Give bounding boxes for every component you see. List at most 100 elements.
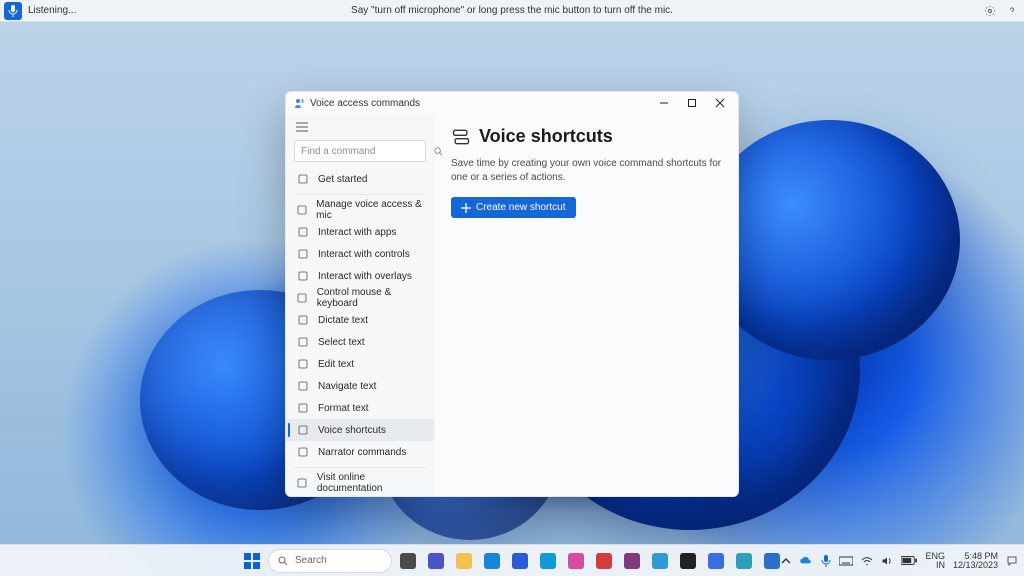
sidebar-item-get-started[interactable]: Get started	[286, 168, 434, 190]
chevron-up-icon[interactable]	[781, 556, 791, 566]
panel-heading-text: Voice shortcuts	[479, 126, 613, 147]
maximize-button[interactable]	[678, 92, 706, 114]
sidebar-item-format-text[interactable]: Format text	[286, 397, 434, 419]
taskbar-app-outlook[interactable]	[480, 549, 504, 573]
search-input[interactable]	[301, 146, 433, 157]
panel-description: Save time by creating your own voice com…	[451, 157, 722, 185]
nav-item-label: Voice shortcuts	[318, 425, 386, 436]
taskbar-app-paint[interactable]	[648, 549, 672, 573]
settings-icon[interactable]	[984, 5, 996, 17]
taskbar-app-word[interactable]	[508, 549, 532, 573]
taskbar-app-chat[interactable]	[424, 549, 448, 573]
nav-item-icon	[296, 204, 308, 216]
nav-item-label: Navigate text	[318, 381, 376, 392]
taskbar-app-store[interactable]	[536, 549, 560, 573]
nav-item-label: Dictate text	[318, 315, 368, 326]
nav-separator	[294, 467, 426, 468]
taskbar-app-snipping[interactable]	[592, 549, 616, 573]
taskbar-app-terminal[interactable]	[676, 549, 700, 573]
sidebar-item-edit-text[interactable]: Edit text	[286, 353, 434, 375]
window-title: Voice access commands	[310, 98, 420, 109]
button-label: Create new shortcut	[476, 202, 566, 213]
taskbar-tray[interactable]: ENG IN 5:48 PM 12/13/2023	[781, 552, 1018, 570]
sidebar-item-voice-shortcuts[interactable]: Voice shortcuts	[286, 419, 434, 441]
nav-item-icon	[296, 446, 310, 458]
nav-item-label: Control mouse & keyboard	[317, 287, 424, 309]
nav-item-icon	[296, 248, 310, 260]
sidebar-item-interact-with-apps[interactable]: Interact with apps	[286, 221, 434, 243]
command-search[interactable]	[294, 140, 426, 162]
nav-item-label: Edit text	[318, 359, 354, 370]
minimize-button[interactable]	[650, 92, 678, 114]
nav-item-label: Manage voice access & mic	[316, 199, 424, 221]
nav-item-icon	[296, 477, 309, 489]
mic-tray-icon[interactable]	[821, 555, 831, 567]
nav-item-label: Interact with apps	[318, 227, 396, 238]
sidebar-item-navigate-text[interactable]: Navigate text	[286, 375, 434, 397]
wifi-icon[interactable]	[861, 556, 873, 566]
sidebar-item-manage-voice-access-mic[interactable]: Manage voice access & mic	[286, 199, 434, 221]
nav-item-icon	[296, 380, 310, 392]
taskbar-app-onenote[interactable]	[620, 549, 644, 573]
sidebar-item-interact-with-overlays[interactable]: Interact with overlays	[286, 265, 434, 287]
app-icon	[294, 97, 306, 109]
voice-status: Listening...	[28, 5, 76, 16]
nav-item-label: Visit online documentation	[317, 472, 424, 492]
nav-separator	[294, 194, 426, 195]
sidebar-item-control-mouse-keyboard[interactable]: Control mouse & keyboard	[286, 287, 434, 309]
nav-item-icon	[296, 270, 310, 282]
input-language[interactable]: ENG IN	[925, 552, 945, 570]
shortcuts-icon	[451, 127, 471, 147]
close-button[interactable]	[706, 92, 734, 114]
titlebar[interactable]: Voice access commands	[286, 92, 738, 114]
sidebar-item-dictate-text[interactable]: Dictate text	[286, 309, 434, 331]
start-button[interactable]	[240, 549, 264, 573]
taskbar-app-todo[interactable]	[704, 549, 728, 573]
battery-icon[interactable]	[901, 556, 917, 565]
nav-item-icon	[296, 402, 310, 414]
voice-hint: Say "turn off microphone" or long press …	[351, 5, 673, 16]
nav-item-icon	[296, 314, 310, 326]
nav-item-icon	[296, 173, 310, 185]
nav-item-icon	[296, 226, 310, 238]
voice-access-bar: Listening... Say "turn off microphone" o…	[0, 0, 1024, 22]
panel-heading: Voice shortcuts	[451, 126, 722, 147]
onedrive-icon[interactable]	[799, 556, 813, 566]
taskbar-app-task-view[interactable]	[396, 549, 420, 573]
sidebar: Get started Manage voice access & mic Inte…	[286, 114, 435, 496]
notifications-icon[interactable]	[1006, 555, 1018, 567]
taskbar-center: Search	[240, 549, 784, 573]
nav-item-icon	[296, 424, 310, 436]
create-new-shortcut-button[interactable]: Create new shortcut	[451, 197, 576, 218]
nav-item-icon	[296, 336, 310, 348]
sidebar-item-select-text[interactable]: Select text	[286, 331, 434, 353]
volume-icon[interactable]	[881, 556, 893, 566]
taskbar-app-accessibility[interactable]	[760, 549, 784, 573]
search-placeholder: Search	[295, 555, 327, 566]
help-icon[interactable]	[1006, 5, 1018, 17]
taskbar-app-copilot[interactable]	[732, 549, 756, 573]
taskbar: Search ENG IN 5:48 PM 12/13/2023	[0, 544, 1024, 576]
content-panel: Voice shortcuts Save time by creating yo…	[435, 114, 738, 496]
nav-item-icon	[296, 292, 309, 304]
nav-item-label: Interact with controls	[318, 249, 410, 260]
nav-item-label: Select text	[318, 337, 365, 348]
sidebar-item-interact-with-controls[interactable]: Interact with controls	[286, 243, 434, 265]
plus-icon	[461, 203, 471, 213]
taskbar-search[interactable]: Search	[268, 549, 392, 573]
nav-item-label: Get started	[318, 174, 367, 185]
nav-item-icon	[296, 358, 310, 370]
sidebar-item-narrator-commands[interactable]: Narrator commands	[286, 441, 434, 463]
sidebar-item-visit-online-documentation[interactable]: Visit online documentation	[286, 472, 434, 492]
nav-item-label: Interact with overlays	[318, 271, 412, 282]
clock[interactable]: 5:48 PM 12/13/2023	[953, 552, 998, 570]
nav-item-label: Narrator commands	[318, 447, 406, 458]
mic-button[interactable]	[4, 2, 22, 20]
nav-item-label: Format text	[318, 403, 369, 414]
voice-access-commands-window: Voice access commands Get started Manage …	[285, 91, 739, 497]
hamburger-icon[interactable]	[286, 118, 434, 136]
nav-list: Get started Manage voice access & mic Inte…	[286, 168, 434, 492]
keyboard-icon[interactable]	[839, 556, 853, 566]
taskbar-app-photos[interactable]	[564, 549, 588, 573]
taskbar-app-explorer[interactable]	[452, 549, 476, 573]
